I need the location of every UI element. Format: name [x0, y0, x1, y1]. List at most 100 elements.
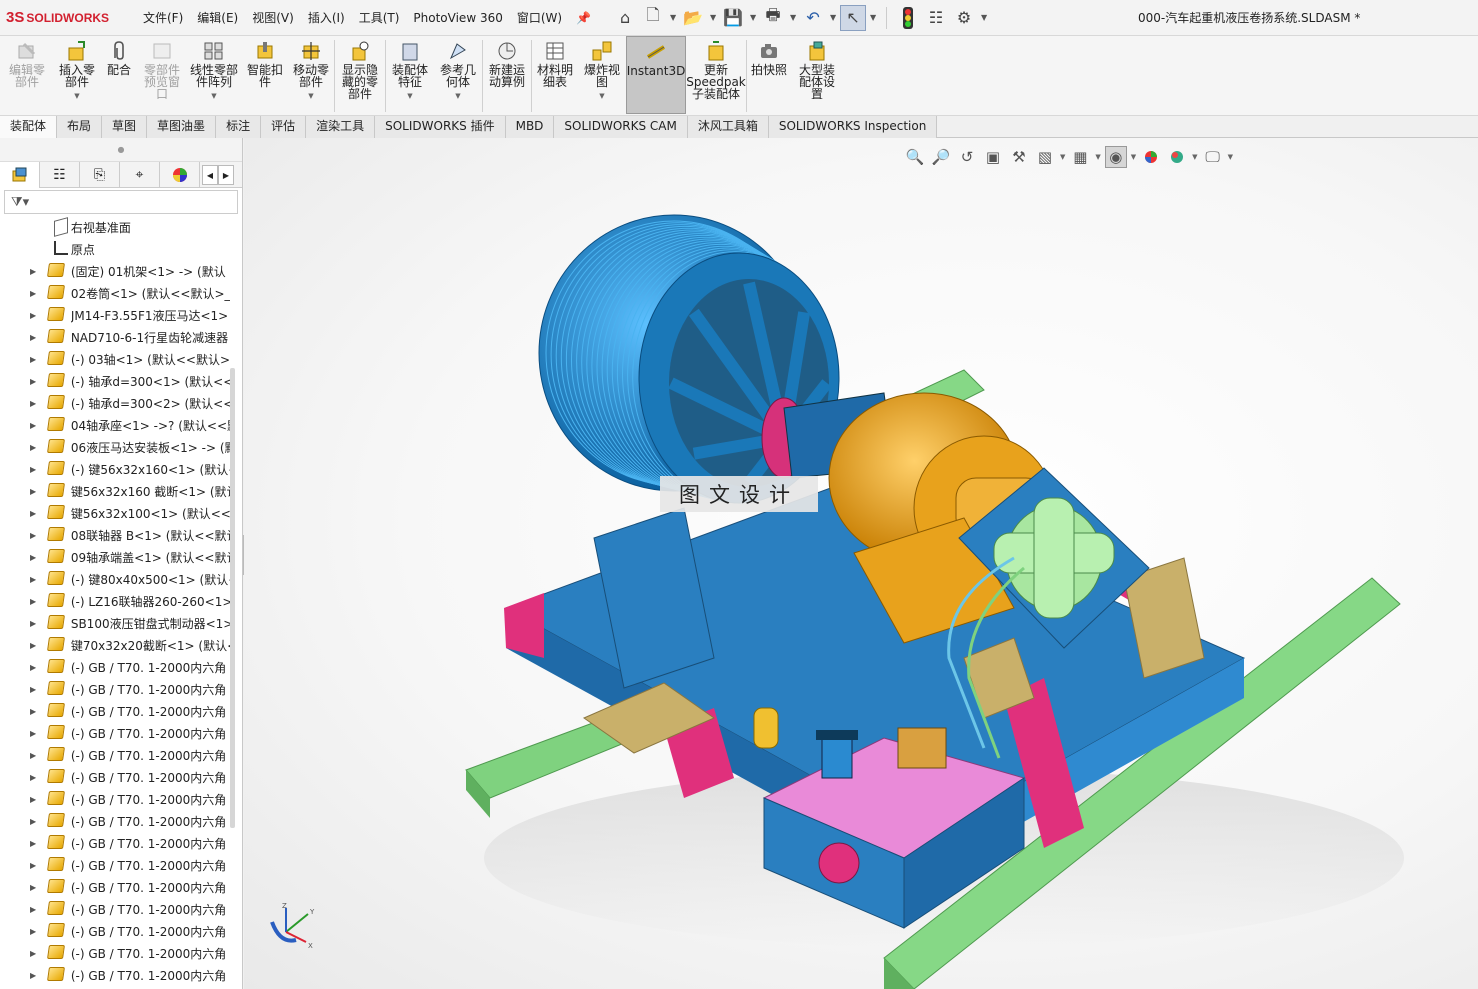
tree-item-part[interactable]: ▶ (-) 轴承d=300<2> (默认<<: [0, 392, 230, 414]
panel-grip-handle[interactable]: ●: [0, 138, 242, 162]
expand-arrow-icon[interactable]: ▶: [30, 531, 44, 540]
tab-markup[interactable]: 标注: [216, 116, 262, 138]
expand-arrow-icon[interactable]: ▶: [30, 311, 44, 320]
tree-item-part[interactable]: ▶ (-) GB / T70. 1-2000内六角: [0, 788, 230, 810]
expand-arrow-icon[interactable]: ▶: [30, 553, 44, 562]
expand-arrow-icon[interactable]: ▶: [30, 685, 44, 694]
expand-arrow-icon[interactable]: ▶: [30, 619, 44, 628]
linear-pattern-button[interactable]: 线性零部 件阵列 ▼: [186, 36, 242, 114]
assembly-features-button[interactable]: 装配体 特征 ▼: [386, 36, 434, 114]
print-icon[interactable]: 🖶: [760, 5, 786, 31]
winch-assembly-model[interactable]: [244, 138, 1478, 989]
menu-view[interactable]: 视图(V): [245, 0, 301, 36]
pin-icon[interactable]: 📌: [569, 0, 598, 36]
take-snapshot-button[interactable]: 拍快照: [747, 36, 791, 114]
tree-item-part[interactable]: ▶ 09轴承端盖<1> (默认<<默认: [0, 546, 230, 568]
traffic-light-icon[interactable]: [895, 5, 921, 31]
save-dropdown-icon[interactable]: ▼: [748, 13, 758, 22]
expand-arrow-icon[interactable]: ▶: [30, 927, 44, 936]
tree-scrollbar[interactable]: [230, 368, 235, 828]
expand-arrow-icon[interactable]: ▶: [30, 971, 44, 980]
expand-arrow-icon[interactable]: ▶: [30, 949, 44, 958]
tab-sketch-ink[interactable]: 草图油墨: [147, 116, 217, 138]
tree-filter[interactable]: ⧩▾: [4, 190, 238, 214]
move-component-button[interactable]: 移动零 部件 ▼: [288, 36, 334, 114]
tree-item-origin[interactable]: 原点: [0, 238, 230, 260]
expand-arrow-icon[interactable]: ▶: [30, 817, 44, 826]
tree-item-part[interactable]: ▶ (-) LZ16联轴器260-260<1>: [0, 590, 230, 612]
linear-pattern-dropdown-icon[interactable]: ▼: [211, 90, 216, 102]
expand-arrow-icon[interactable]: ▶: [30, 465, 44, 474]
property-manager-tab-icon[interactable]: ☷: [40, 162, 80, 188]
expand-arrow-icon[interactable]: ▶: [30, 905, 44, 914]
expand-arrow-icon[interactable]: ▶: [30, 597, 44, 606]
tree-item-part[interactable]: ▶ (-) 键80x40x500<1> (默认<: [0, 568, 230, 590]
tab-sketch[interactable]: 草图: [102, 116, 148, 138]
tree-item-part[interactable]: ▶ (-) 03轴<1> (默认<<默认>: [0, 348, 230, 370]
menu-insert[interactable]: 插入(I): [301, 0, 352, 36]
expand-arrow-icon[interactable]: ▶: [30, 575, 44, 584]
exploded-view-dropdown-icon[interactable]: ▼: [599, 90, 604, 102]
edit-component-button[interactable]: 编辑零 部件: [0, 36, 54, 114]
expand-arrow-icon[interactable]: ▶: [30, 355, 44, 364]
tab-mufeng-toolbox[interactable]: 沐风工具箱: [687, 116, 769, 138]
display-manager-tab-icon[interactable]: [160, 162, 200, 188]
open-dropdown-icon[interactable]: ▼: [708, 13, 718, 22]
options-gear-icon[interactable]: ⚙: [951, 5, 977, 31]
expand-arrow-icon[interactable]: ▶: [30, 861, 44, 870]
tree-item-part[interactable]: ▶ (-) GB / T70. 1-2000内六角: [0, 766, 230, 788]
expand-arrow-icon[interactable]: ▶: [30, 399, 44, 408]
expand-arrow-icon[interactable]: ▶: [30, 333, 44, 342]
tree-item-part[interactable]: ▶ SB100液压钳盘式制动器<1>: [0, 612, 230, 634]
tab-layout[interactable]: 布局: [57, 116, 103, 138]
tree-item-part[interactable]: ▶ 键56x32x100<1> (默认<<默: [0, 502, 230, 524]
configuration-manager-tab-icon[interactable]: ⎘: [80, 162, 120, 188]
tree-item-part[interactable]: ▶ (-) GB / T70. 1-2000内六角: [0, 876, 230, 898]
filter-icon[interactable]: ⧩▾: [11, 195, 29, 210]
menu-window[interactable]: 窗口(W): [510, 0, 569, 36]
scroll-left-icon[interactable]: ◀: [202, 165, 218, 185]
menu-tools[interactable]: 工具(T): [352, 0, 407, 36]
component-preview-button[interactable]: 零部件 预览窗 口: [138, 36, 186, 114]
undo-dropdown-icon[interactable]: ▼: [828, 13, 838, 22]
expand-arrow-icon[interactable]: ▶: [30, 443, 44, 452]
instant3d-button[interactable]: Instant3D: [626, 36, 686, 114]
tab-mbd[interactable]: MBD: [505, 116, 555, 138]
smart-fasteners-button[interactable]: 智能扣 件: [242, 36, 288, 114]
new-dropdown-icon[interactable]: ▼: [668, 13, 678, 22]
expand-arrow-icon[interactable]: ▶: [30, 377, 44, 386]
expand-arrow-icon[interactable]: ▶: [30, 729, 44, 738]
options-dropdown-icon[interactable]: ▼: [979, 13, 989, 22]
expand-arrow-icon[interactable]: ▶: [30, 289, 44, 298]
menu-photoview[interactable]: PhotoView 360: [406, 0, 509, 36]
mate-button[interactable]: 配合: [100, 36, 138, 114]
menu-edit[interactable]: 编辑(E): [190, 0, 245, 36]
reference-geometry-dropdown-icon[interactable]: ▼: [455, 90, 460, 102]
dimxpert-tab-icon[interactable]: ⌖: [120, 162, 160, 188]
expand-arrow-icon[interactable]: ▶: [30, 487, 44, 496]
insert-component-button[interactable]: 插入零 部件 ▼: [54, 36, 100, 114]
tree-item-part[interactable]: ▶ 键70x32x20截断<1> (默认<: [0, 634, 230, 656]
solidworks-logo[interactable]: 3S SOLIDWORKS: [0, 9, 130, 26]
tree-item-part[interactable]: ▶ 04轴承座<1> ->? (默认<<默: [0, 414, 230, 436]
tree-item-part[interactable]: ▶ 08联轴器 B<1> (默认<<默认: [0, 524, 230, 546]
expand-arrow-icon[interactable]: ▶: [30, 509, 44, 518]
insert-component-dropdown-icon[interactable]: ▼: [74, 90, 79, 102]
tree-item-part[interactable]: ▶ (-) 键56x32x160<1> (默认<: [0, 458, 230, 480]
tree-item-part[interactable]: ▶ 键56x32x160 截断<1> (默认: [0, 480, 230, 502]
reference-geometry-button[interactable]: 参考几 何体 ▼: [434, 36, 482, 114]
expand-arrow-icon[interactable]: ▶: [30, 663, 44, 672]
assembly-features-dropdown-icon[interactable]: ▼: [407, 90, 412, 102]
tree-item-part[interactable]: ▶ (固定) 01机架<1> -> (默认: [0, 260, 230, 282]
home-icon[interactable]: ⌂: [612, 5, 638, 31]
tab-assembly[interactable]: 装配体: [0, 116, 58, 138]
save-icon[interactable]: 💾: [720, 5, 746, 31]
expand-arrow-icon[interactable]: ▶: [30, 795, 44, 804]
tree-item-part[interactable]: ▶ 02卷筒<1> (默认<<默认>_: [0, 282, 230, 304]
tree-item-part[interactable]: ▶ (-) GB / T70. 1-2000内六角: [0, 678, 230, 700]
tree-item-part[interactable]: ▶ NAD710-6-1行星齿轮减速器: [0, 326, 230, 348]
expand-arrow-icon[interactable]: ▶: [30, 707, 44, 716]
tree-item-part[interactable]: ▶ (-) GB / T70. 1-2000内六角: [0, 832, 230, 854]
bill-of-materials-button[interactable]: 材料明 细表: [532, 36, 578, 114]
large-assembly-settings-button[interactable]: 大型装 配体设 置: [791, 36, 843, 114]
